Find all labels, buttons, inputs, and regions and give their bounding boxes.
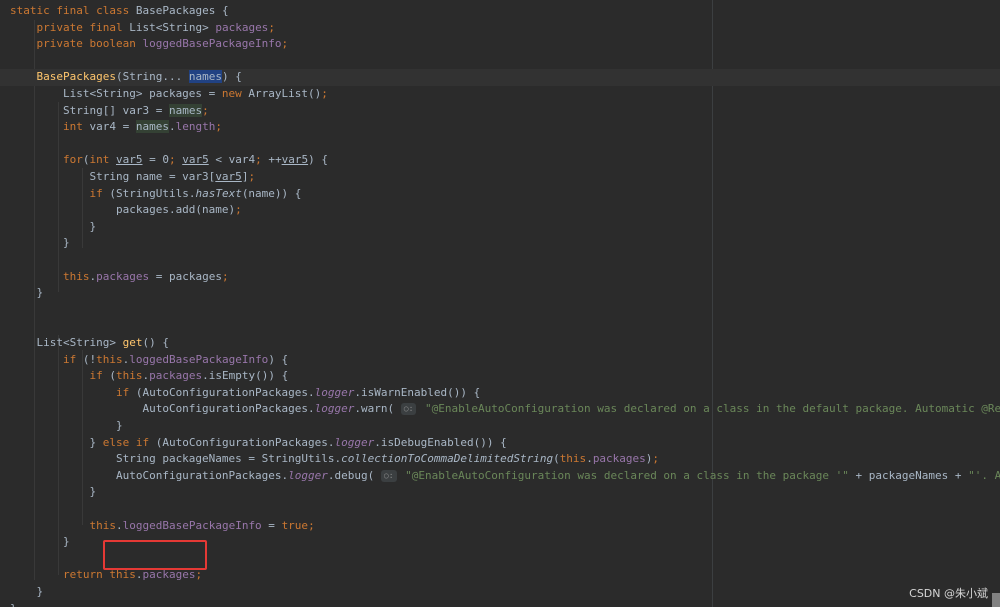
code-line[interactable]: if (StringUtils.hasText(name)) { xyxy=(10,186,301,203)
code-line[interactable]: packages.add(name); xyxy=(10,202,242,219)
code-line[interactable]: String[] var3 = names; xyxy=(10,103,209,120)
code-line[interactable]: AutoConfigurationPackages.logger.warn( ○… xyxy=(10,401,1000,418)
code-line[interactable]: static final class BasePackages { xyxy=(10,3,229,20)
code-line[interactable]: } xyxy=(10,235,70,252)
watermark: CSDN @朱小斌 xyxy=(909,587,988,600)
code-line[interactable]: } xyxy=(10,601,17,607)
code-line[interactable]: BasePackages(String... names) { xyxy=(0,69,1000,86)
code-line[interactable]: if (!this.loggedBasePackageInfo) { xyxy=(10,352,288,369)
code-editor[interactable]: ▲ static final class BasePackages { priv… xyxy=(0,0,1000,607)
code-line[interactable]: List<String> packages = new ArrayList(); xyxy=(10,86,328,103)
code-line[interactable]: this.packages = packages; xyxy=(10,269,229,286)
right-margin-guide xyxy=(712,0,713,607)
code-line[interactable]: } xyxy=(10,484,96,501)
highlight-annotation-box xyxy=(103,540,207,570)
scrollbar-corner[interactable] xyxy=(992,593,1000,607)
param-name-hint: ○: xyxy=(380,469,397,482)
code-line[interactable]: this.loggedBasePackageInfo = true; xyxy=(10,518,314,535)
code-line[interactable]: } xyxy=(10,584,43,601)
code-line[interactable]: } xyxy=(10,219,96,236)
code-line[interactable]: if (this.packages.isEmpty()) { xyxy=(10,368,288,385)
code-line[interactable]: private final List<String> packages; xyxy=(10,20,275,37)
code-line[interactable]: } xyxy=(10,285,43,302)
code-line[interactable]: if (AutoConfigurationPackages.logger.isW… xyxy=(10,385,480,402)
code-line[interactable]: String name = var3[var5]; xyxy=(10,169,255,186)
code-line[interactable]: List<String> get() { xyxy=(10,335,168,352)
code-line[interactable]: String packageNames = StringUtils.collec… xyxy=(10,451,659,468)
param-name-hint: ○: xyxy=(400,403,417,416)
code-line[interactable]: int var4 = names.length; xyxy=(10,119,222,136)
code-line[interactable]: } xyxy=(10,418,123,435)
code-line[interactable]: private boolean loggedBasePackageInfo; xyxy=(10,36,289,53)
code-line[interactable]: for(int var5 = 0; var5 < var4; ++var5) { xyxy=(10,152,328,169)
code-line[interactable]: } xyxy=(10,534,70,551)
code-line[interactable]: } else if (AutoConfigurationPackages.log… xyxy=(10,435,506,452)
code-line[interactable]: AutoConfigurationPackages.logger.debug( … xyxy=(10,468,1000,485)
